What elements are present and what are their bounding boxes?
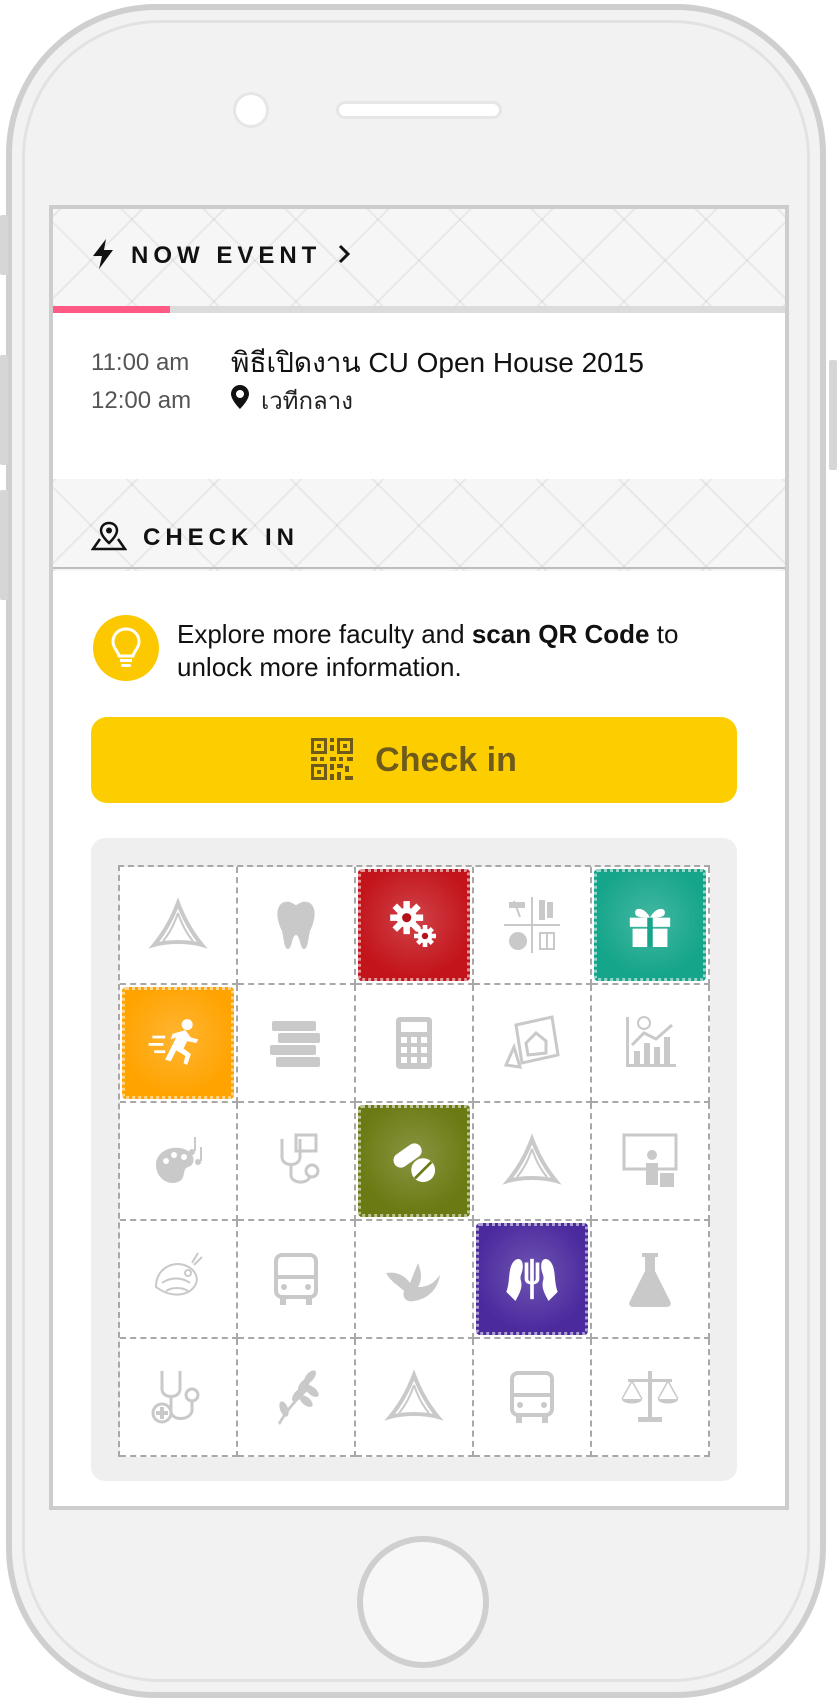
event-end-time: 12:00 am <box>91 386 192 414</box>
flask-icon <box>629 1253 671 1307</box>
stamp-cell[interactable] <box>238 985 356 1103</box>
stamp-grid-panel <box>91 838 737 1481</box>
stamp-cell[interactable] <box>120 985 238 1103</box>
section-divider <box>53 567 785 569</box>
triangle-icon <box>384 1369 444 1421</box>
teacher-icon <box>622 1133 678 1187</box>
stamp-cell[interactable] <box>592 867 710 985</box>
stamp-cell[interactable] <box>238 1103 356 1221</box>
architecture-icon <box>503 1015 560 1069</box>
art-palette-icon <box>156 1137 202 1184</box>
home-button[interactable] <box>357 1536 489 1668</box>
stethoscope-icon <box>280 1133 320 1184</box>
runner-icon <box>148 1019 199 1065</box>
check-in-button[interactable]: Check in <box>91 717 737 803</box>
collected-stamp <box>358 1105 470 1217</box>
calculator-icon <box>396 1017 432 1069</box>
tip-text-bold: scan QR Code <box>471 619 650 649</box>
bus-icon <box>510 1371 554 1423</box>
chart-icon <box>626 1016 676 1067</box>
stamp-cell[interactable] <box>356 867 474 985</box>
qr-code-icon <box>311 737 354 783</box>
stamp-cell[interactable] <box>356 1339 474 1457</box>
phone-volume-down <box>0 490 8 600</box>
scales-icon <box>621 1371 679 1422</box>
phone-mute-switch <box>0 215 8 275</box>
triangle-icon <box>502 1133 562 1185</box>
stamp-cell[interactable] <box>238 1221 356 1339</box>
map-pin-icon <box>90 521 128 555</box>
stamp-cell[interactable] <box>474 1339 592 1457</box>
stamp-grid <box>118 865 710 1457</box>
stamp-cell[interactable] <box>356 1221 474 1339</box>
phone-volume-up <box>0 355 8 465</box>
gears-icon <box>390 901 436 947</box>
phone-power-button <box>829 360 837 470</box>
gift-icon <box>629 908 671 947</box>
stamp-cell[interactable] <box>120 1221 238 1339</box>
event-title: พิธีเปิดงาน CU Open House 2015 <box>231 347 644 378</box>
stamp-cell[interactable] <box>592 1221 710 1339</box>
collected-stamp <box>594 869 706 981</box>
stamp-cell[interactable] <box>474 985 592 1103</box>
stamp-cell[interactable] <box>592 1103 710 1221</box>
check-in-button-label: Check in <box>375 740 517 779</box>
check-in-label: CHECK IN <box>143 524 300 551</box>
event-location-row: 12:00 am เวทีกลาง <box>91 381 353 420</box>
stamp-cell[interactable] <box>474 1221 592 1339</box>
stamp-cell[interactable] <box>474 1103 592 1221</box>
stamp-cell[interactable] <box>120 1339 238 1457</box>
stamp-cell[interactable] <box>356 985 474 1103</box>
earpiece-speaker <box>336 101 502 119</box>
now-event-label: NOW EVENT <box>131 242 322 269</box>
books-icon <box>270 1021 320 1067</box>
dove-icon <box>386 1263 440 1302</box>
front-camera <box>233 92 269 128</box>
event-location: เวทีกลาง <box>261 388 353 415</box>
pills-icon <box>393 1143 436 1183</box>
lightning-icon <box>91 239 115 273</box>
check-in-header: CHECK IN <box>90 521 300 555</box>
collected-stamp <box>476 1223 588 1335</box>
stamp-cell[interactable] <box>120 1103 238 1221</box>
stamp-cell[interactable] <box>592 985 710 1103</box>
chevron-right-icon <box>337 243 351 269</box>
event-progress-fill <box>53 306 171 313</box>
now-event-header[interactable]: NOW EVENT <box>91 239 351 273</box>
stethoscope-cross-icon <box>151 1371 200 1424</box>
app-screen: NOW EVENT 11:00 am พิธีเปิดงาน CU Open H… <box>49 205 789 1510</box>
collected-stamp <box>122 987 234 1099</box>
check-in-tip: Explore more faculty and scan QR Code to… <box>177 618 757 684</box>
tip-text-part1: Explore more faculty and <box>177 619 472 649</box>
stamp-cell[interactable] <box>238 867 356 985</box>
event-title-row[interactable]: 11:00 am พิธีเปิดงาน CU Open House 2015 <box>91 341 644 385</box>
tooth-icon <box>277 901 315 949</box>
stamp-cell[interactable] <box>238 1339 356 1457</box>
stamp-cell[interactable] <box>592 1339 710 1457</box>
science-collage-icon <box>504 897 560 953</box>
stamp-cell[interactable] <box>356 1103 474 1221</box>
stamp-cell[interactable] <box>474 867 592 985</box>
location-pin-icon <box>231 385 249 416</box>
stamp-cell[interactable] <box>120 867 238 985</box>
event-start-time: 11:00 am <box>91 349 190 376</box>
collected-stamp <box>358 869 470 981</box>
triangle-icon <box>148 897 208 949</box>
event-progress-bar <box>53 306 785 313</box>
lightbulb-icon <box>93 615 159 681</box>
psychology-icon <box>506 1258 558 1301</box>
bus-icon <box>274 1253 318 1305</box>
dragon-icon <box>154 1252 203 1296</box>
wheat-icon <box>278 1370 319 1425</box>
